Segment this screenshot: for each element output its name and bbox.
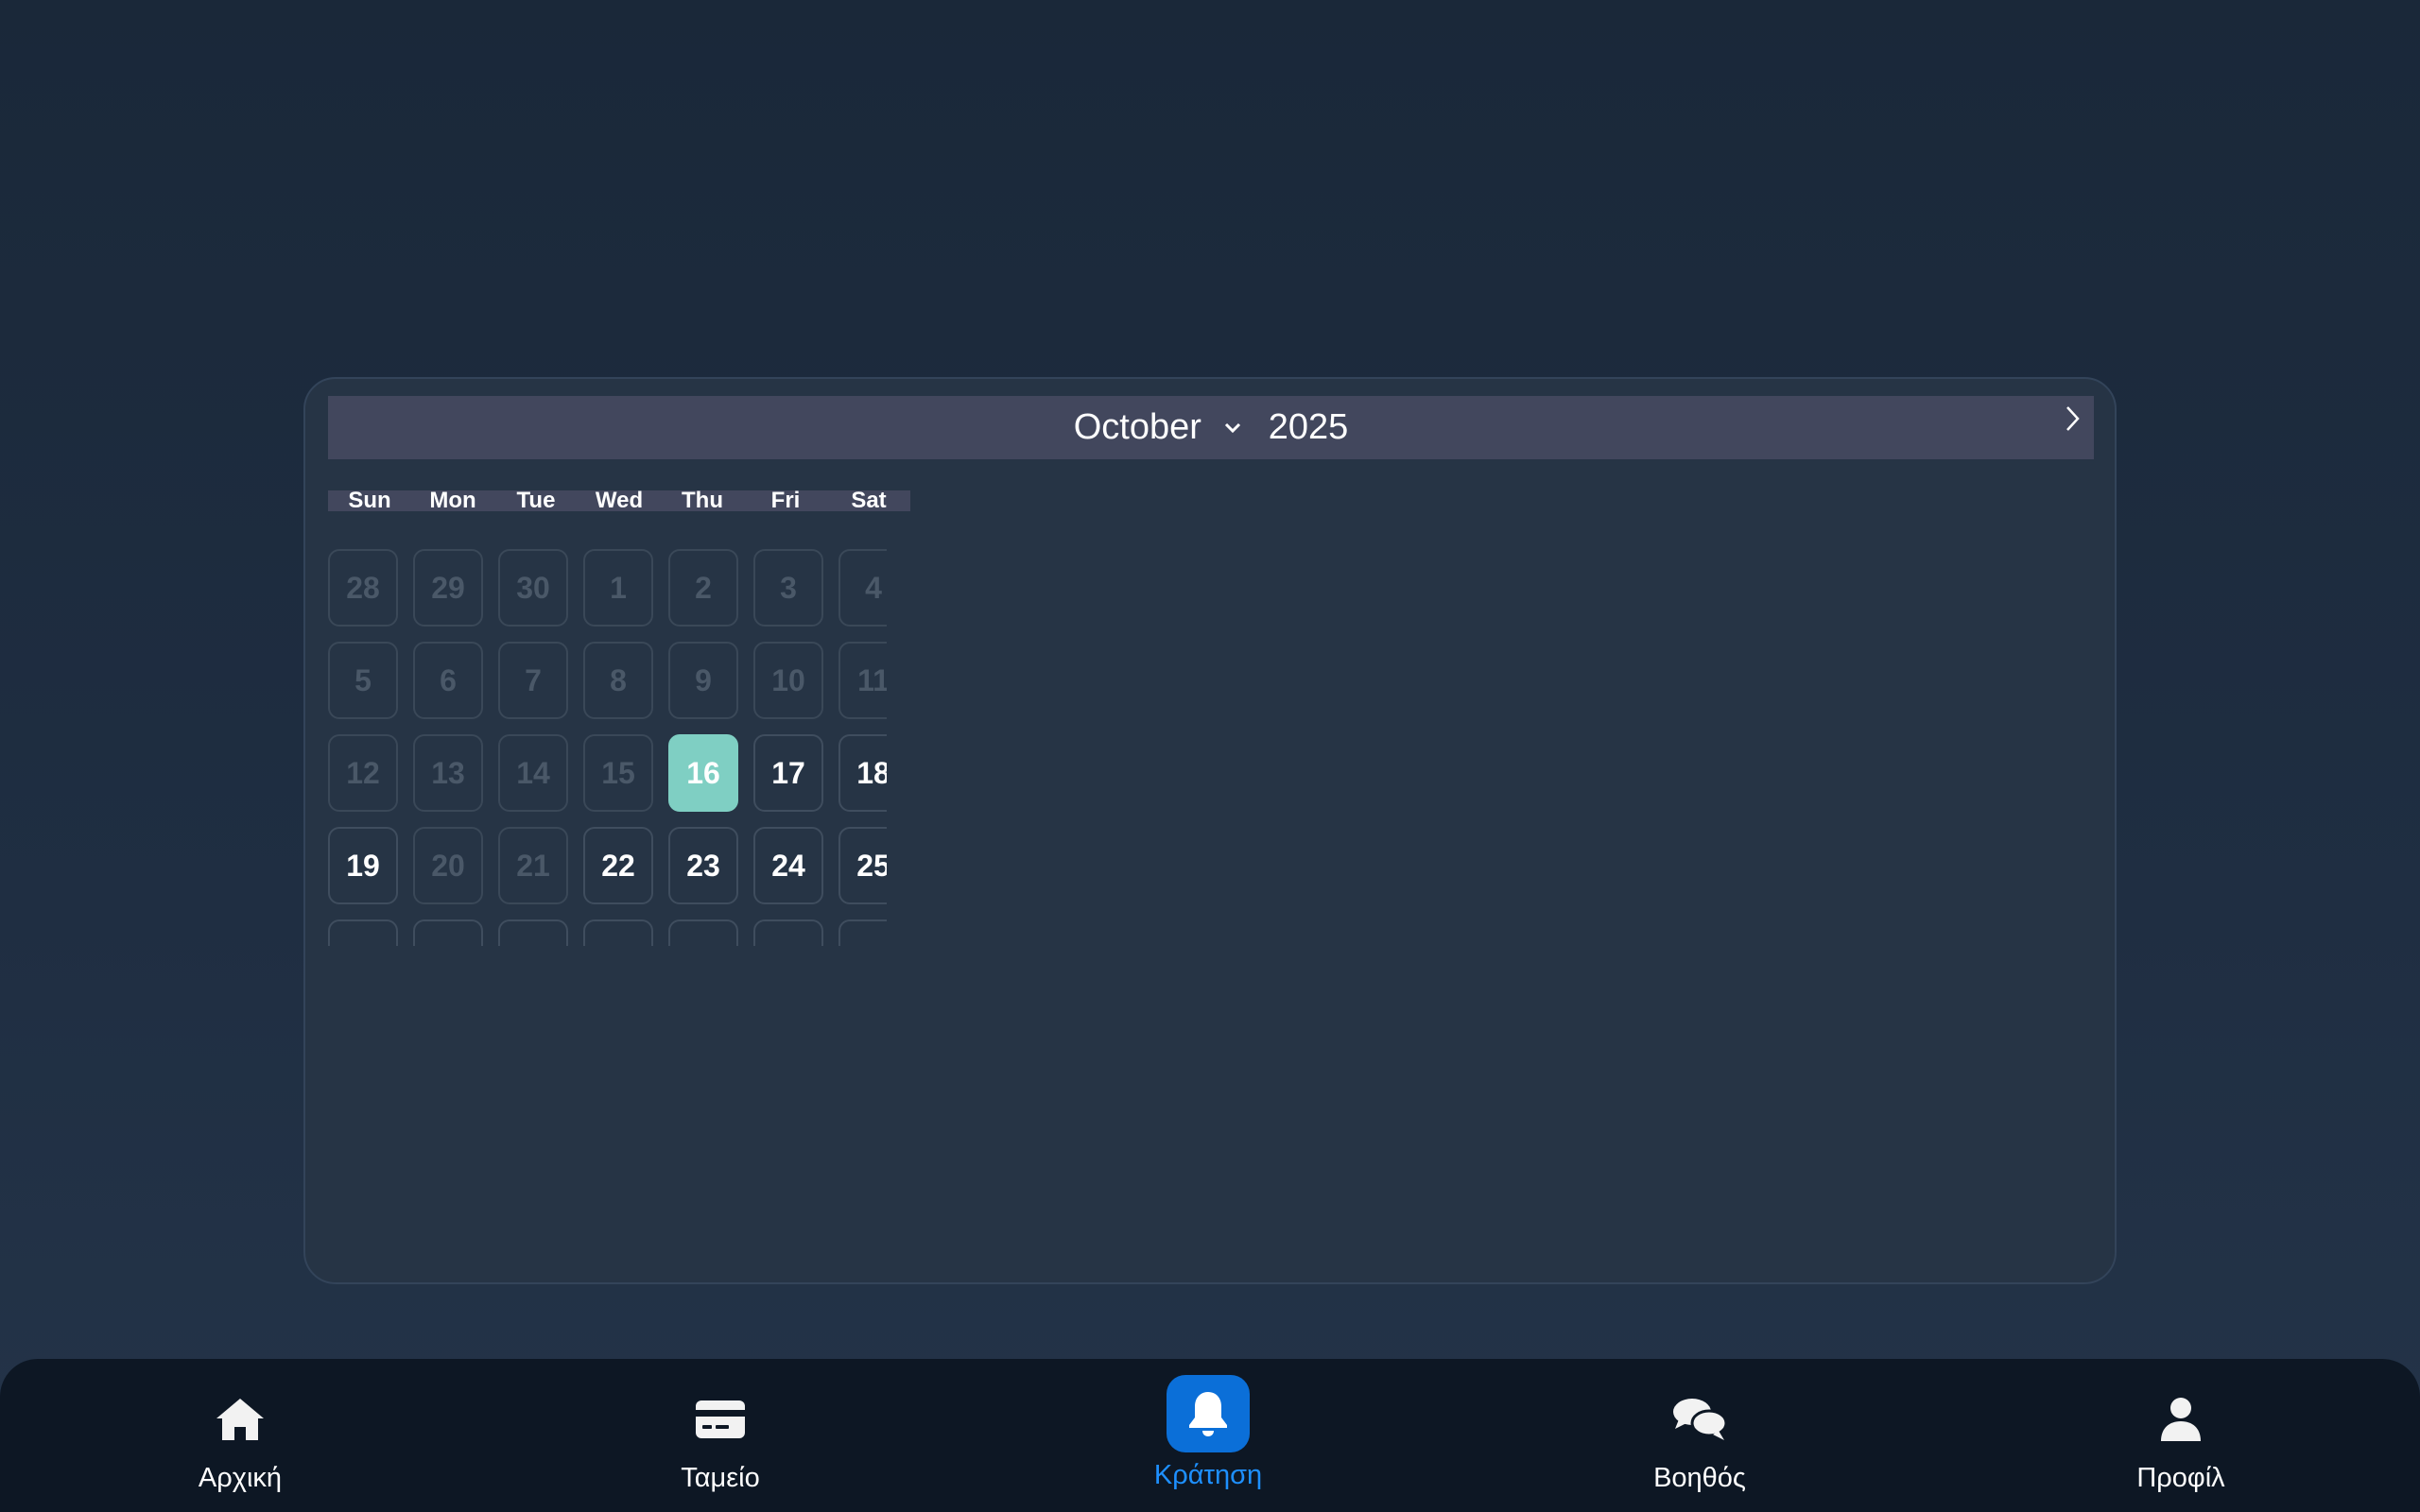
day-cell: 10 bbox=[753, 642, 823, 719]
weekday-label: Thu bbox=[682, 488, 723, 513]
day-cell: 15 bbox=[583, 734, 653, 812]
bottom-navigation: Αρχική Ταμείο Κράτηση Βοηθός Προφίλ bbox=[0, 1359, 2420, 1512]
nav-item-assistant[interactable]: Βοηθός bbox=[1586, 1359, 1813, 1512]
day-cell[interactable]: 24 bbox=[753, 827, 823, 904]
day-cell[interactable]: 22 bbox=[583, 827, 653, 904]
day-cell: 5 bbox=[328, 642, 398, 719]
home-icon bbox=[212, 1391, 268, 1448]
day-cell[interactable]: 19 bbox=[328, 827, 398, 904]
days-viewport: 28 29 30 1 2 3 4 5 6 7 8 9 10 11 12 13 14 15 16 17 18 19 20 21 2… bbox=[328, 549, 887, 946]
nav-item-cashier[interactable]: Ταμείο bbox=[607, 1359, 834, 1512]
day-cell[interactable]: 18 bbox=[838, 734, 887, 812]
weekday-label: Tue bbox=[516, 488, 556, 513]
day-cell: 7 bbox=[498, 642, 568, 719]
chevron-down-icon bbox=[1216, 411, 1250, 445]
day-cell: 28 bbox=[328, 549, 398, 627]
month-label: October bbox=[1073, 407, 1201, 447]
day-cell[interactable]: 27 bbox=[413, 919, 483, 946]
next-month-button[interactable] bbox=[2058, 400, 2088, 438]
day-cell: 29 bbox=[413, 549, 483, 627]
year-label[interactable]: 2025 bbox=[1269, 407, 1349, 448]
month-select[interactable]: October bbox=[1074, 407, 1250, 448]
day-cell: 21 bbox=[498, 827, 568, 904]
nav-label: Κράτηση bbox=[1153, 1460, 1263, 1490]
day-cell: 9 bbox=[668, 642, 738, 719]
days-grid: 28 29 30 1 2 3 4 5 6 7 8 9 10 11 12 13 14 15 16 17 18 19 20 21 2… bbox=[328, 549, 887, 946]
day-cell[interactable]: 17 bbox=[753, 734, 823, 812]
day-cell[interactable]: 29 bbox=[583, 919, 653, 946]
day-cell: 1 bbox=[838, 919, 887, 946]
chat-icon bbox=[1671, 1391, 1728, 1448]
nav-label: Ταμείο bbox=[681, 1463, 760, 1493]
day-cell: 1 bbox=[583, 549, 653, 627]
nav-label: Αρχική bbox=[198, 1463, 283, 1493]
user-icon bbox=[2152, 1391, 2209, 1448]
day-cell: 6 bbox=[413, 642, 483, 719]
nav-item-profile[interactable]: Προφίλ bbox=[2067, 1359, 2294, 1512]
day-cell: 4 bbox=[838, 549, 887, 627]
day-cell[interactable]: 23 bbox=[668, 827, 738, 904]
nav-label: Βοηθός bbox=[1653, 1463, 1746, 1493]
day-cell[interactable]: 31 bbox=[753, 919, 823, 946]
nav-item-booking[interactable]: Κράτηση bbox=[1095, 1359, 1322, 1512]
weekday-header-row: Sun Mon Tue Wed Thu Fri Sat bbox=[328, 488, 910, 513]
day-cell: 14 bbox=[498, 734, 568, 812]
weekday-label: Sun bbox=[348, 488, 391, 513]
nav-label: Προφίλ bbox=[2136, 1463, 2225, 1493]
day-cell: 20 bbox=[413, 827, 483, 904]
day-cell: 12 bbox=[328, 734, 398, 812]
day-cell: 8 bbox=[583, 642, 653, 719]
day-cell: 3 bbox=[753, 549, 823, 627]
day-cell[interactable]: 25 bbox=[838, 827, 887, 904]
day-cell: 2 bbox=[668, 549, 738, 627]
calendar-header: October 2025 bbox=[328, 396, 2094, 459]
nav-item-home[interactable]: Αρχική bbox=[127, 1359, 354, 1512]
weekday-label: Sat bbox=[851, 488, 887, 513]
credit-card-icon bbox=[692, 1391, 749, 1448]
day-cell: 13 bbox=[413, 734, 483, 812]
chevron-right-icon bbox=[2066, 406, 2080, 431]
bell-icon bbox=[1167, 1375, 1250, 1452]
weekday-label: Mon bbox=[429, 488, 476, 513]
weekday-label: Wed bbox=[595, 488, 644, 513]
booking-calendar-card: October 2025 Sun Mon Tue Wed Thu Fri Sat… bbox=[303, 377, 2117, 1284]
day-cell[interactable]: 28 bbox=[498, 919, 568, 946]
day-cell: 30 bbox=[498, 549, 568, 627]
day-cell: 11 bbox=[838, 642, 887, 719]
day-cell[interactable]: 30 bbox=[668, 919, 738, 946]
day-cell[interactable]: 26 bbox=[328, 919, 398, 946]
day-cell-selected[interactable]: 16 bbox=[668, 734, 738, 812]
weekday-label: Fri bbox=[770, 488, 801, 513]
